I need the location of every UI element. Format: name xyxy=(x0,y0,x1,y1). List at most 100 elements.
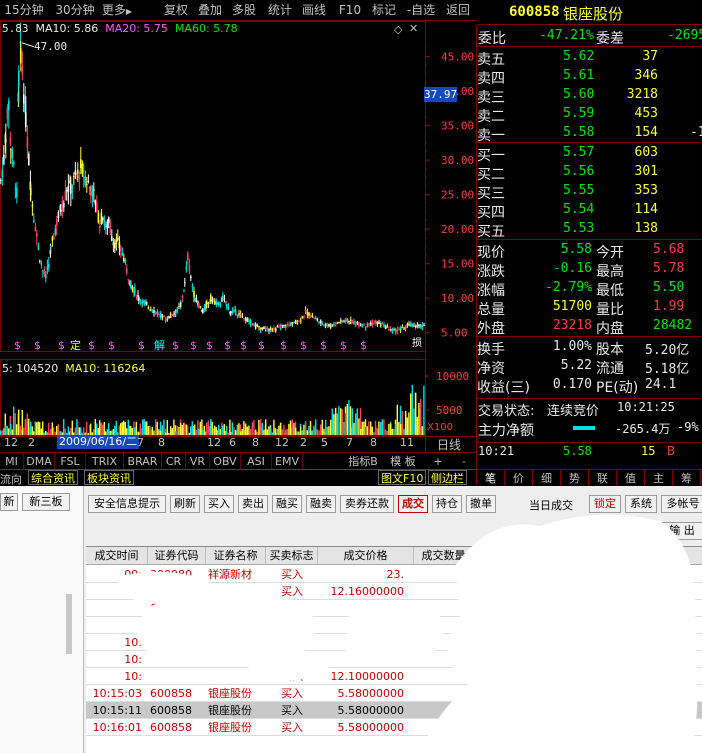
toolbar-watchlist[interactable]: -自选 xyxy=(404,0,438,20)
toolbar-mark[interactable]: 标记 xyxy=(370,0,398,20)
toolbar-stats[interactable]: 统计 xyxy=(266,0,294,20)
volume-bar xyxy=(194,424,196,435)
volume-bar xyxy=(310,430,312,435)
candle-body xyxy=(183,289,185,291)
candle-body xyxy=(330,326,332,328)
bid-row[interactable]: 买五 5.53 138 xyxy=(477,220,702,240)
close-icon[interactable]: ✕ xyxy=(409,22,418,35)
zoom-out-button[interactable]: - xyxy=(458,453,470,470)
volume-bar xyxy=(100,422,102,435)
chart-marker[interactable]: $ xyxy=(240,339,247,352)
chart-marker[interactable]: $ xyxy=(172,339,179,352)
candle-body xyxy=(26,136,29,148)
chart-marker[interactable]: $ xyxy=(88,339,95,352)
ask-vol: 453 xyxy=(634,106,658,121)
ask-row[interactable]: 卖二 5.59 453 xyxy=(477,105,702,125)
volume-bar xyxy=(26,413,28,435)
bid-row[interactable]: 买四 5.54 114 xyxy=(477,201,702,221)
chart-marker[interactable]: $ xyxy=(320,339,327,352)
volume-bar xyxy=(411,385,413,435)
bid-row[interactable]: 买三 5.55 353 xyxy=(477,182,702,202)
zoom-in-button[interactable]: + xyxy=(432,453,444,470)
quote-row: 外盘 23218 内盘 28482 xyxy=(477,317,702,337)
toolbar-15min[interactable]: 15分钟 xyxy=(0,0,48,20)
volume-bar xyxy=(313,425,315,435)
bid-row[interactable]: 买二 5.56 301 xyxy=(477,163,702,183)
toolbar-more[interactable]: 更多▶ xyxy=(100,0,134,20)
template-tab[interactable]: 模 板 xyxy=(388,453,418,470)
chart-marker[interactable]: $ xyxy=(58,339,65,352)
volume-bar xyxy=(153,430,155,435)
toolbar-multi[interactable]: 多股 xyxy=(230,0,258,20)
chart-marker[interactable]: $ xyxy=(280,339,287,352)
indicator-tab[interactable]: OBV xyxy=(210,453,241,470)
chart-marker-special[interactable]: 定 xyxy=(70,338,81,352)
right-tab[interactable]: 笔 xyxy=(477,470,505,487)
toolbar-back[interactable]: 返回 xyxy=(442,0,474,20)
chart-marker[interactable]: $ xyxy=(360,339,367,352)
chart-marker[interactable]: $ xyxy=(190,339,197,352)
candle-body xyxy=(403,328,405,330)
candle-body xyxy=(207,302,210,304)
chart-marker[interactable]: 解 xyxy=(154,338,165,352)
indicator-tab[interactable]: ASI xyxy=(241,453,272,470)
indicator-tab[interactable]: MI xyxy=(0,453,24,470)
bid-row[interactable]: 买一 5.57 603 xyxy=(477,144,702,164)
right-tab[interactable]: 值 xyxy=(617,470,645,487)
flow-tab[interactable]: 流向 xyxy=(0,471,22,487)
ask-row[interactable]: 卖四 5.61 346 xyxy=(477,67,702,87)
indicator-tab[interactable]: VR xyxy=(186,453,210,470)
indicator-tab[interactable]: TRIX xyxy=(86,453,124,470)
indicator-tab[interactable]: BRAR xyxy=(124,453,162,470)
toolbar-f10[interactable]: F10 xyxy=(336,0,364,20)
candle-body xyxy=(370,323,372,325)
tab-news[interactable]: 综合资讯 xyxy=(28,470,78,485)
toolbar-30min[interactable]: 30分钟 xyxy=(54,0,96,20)
right-tab[interactable]: 主 xyxy=(645,470,673,487)
chart-marker[interactable]: $ xyxy=(340,339,347,352)
tab-sector-news[interactable]: 板块资讯 xyxy=(84,470,134,485)
chart-marker[interactable]: $ xyxy=(258,339,265,352)
chart-marker[interactable]: $ xyxy=(224,339,231,352)
toolbar-adjust[interactable]: 复权 xyxy=(162,0,190,20)
candle-body xyxy=(405,325,407,327)
link-sidebar[interactable]: 侧边栏 xyxy=(428,470,467,485)
toolbar-overlay[interactable]: 叠加 xyxy=(196,0,224,20)
volume-bar xyxy=(293,422,295,435)
ask-row[interactable]: 卖五 5.62 37 xyxy=(477,48,702,68)
candle-body xyxy=(170,316,172,318)
indicator-b[interactable]: 指标B xyxy=(344,453,382,470)
candle-body xyxy=(300,320,302,322)
ask-row[interactable]: 卖三 5.60 3218 xyxy=(477,86,702,106)
right-tab[interactable]: 势 xyxy=(561,470,589,487)
candle-body xyxy=(73,175,75,178)
indicator-tab[interactable]: EMV xyxy=(272,453,303,470)
toolbar-draw[interactable]: 画线 xyxy=(300,0,328,20)
chart-marker[interactable]: $ xyxy=(206,339,213,352)
chart-marker[interactable]: $ xyxy=(300,339,307,352)
time-axis-label: 7 xyxy=(346,436,353,449)
indicator-tab[interactable]: CR xyxy=(162,453,186,470)
volume-bar xyxy=(336,413,338,435)
chart-marker[interactable]: $ xyxy=(34,339,41,352)
toolbar-more-label: 更多 xyxy=(101,3,126,17)
indicator-tab[interactable]: FSL xyxy=(55,453,86,470)
chart-marker[interactable]: $ xyxy=(14,339,21,352)
right-tab[interactable]: 筹 xyxy=(673,470,701,487)
ask-row[interactable]: 卖一 5.58 154 -1 xyxy=(477,124,702,144)
y-tick-label: 20.00 xyxy=(441,223,474,236)
candle-body xyxy=(169,313,172,316)
daily-label[interactable]: 日线 xyxy=(437,436,461,453)
chart-marker-special2[interactable]: 损 xyxy=(412,336,422,349)
right-tab[interactable]: 联 xyxy=(589,470,617,487)
diamond-icon[interactable]: ◇ xyxy=(394,23,402,36)
link-f10[interactable]: 图文F10 xyxy=(378,470,427,485)
right-tab[interactable]: 细 xyxy=(533,470,561,487)
candle-body xyxy=(335,322,337,324)
indicator-tab[interactable]: DMA xyxy=(24,453,55,470)
chart-marker[interactable]: $ xyxy=(138,339,145,352)
chart-marker[interactable]: $ xyxy=(108,339,115,352)
right-tab[interactable]: 价 xyxy=(505,470,533,487)
volume-bar xyxy=(421,426,423,435)
kline-chart[interactable]: 45.0040.0035.0030.0025.0020.0015.0010.00… xyxy=(0,21,477,476)
